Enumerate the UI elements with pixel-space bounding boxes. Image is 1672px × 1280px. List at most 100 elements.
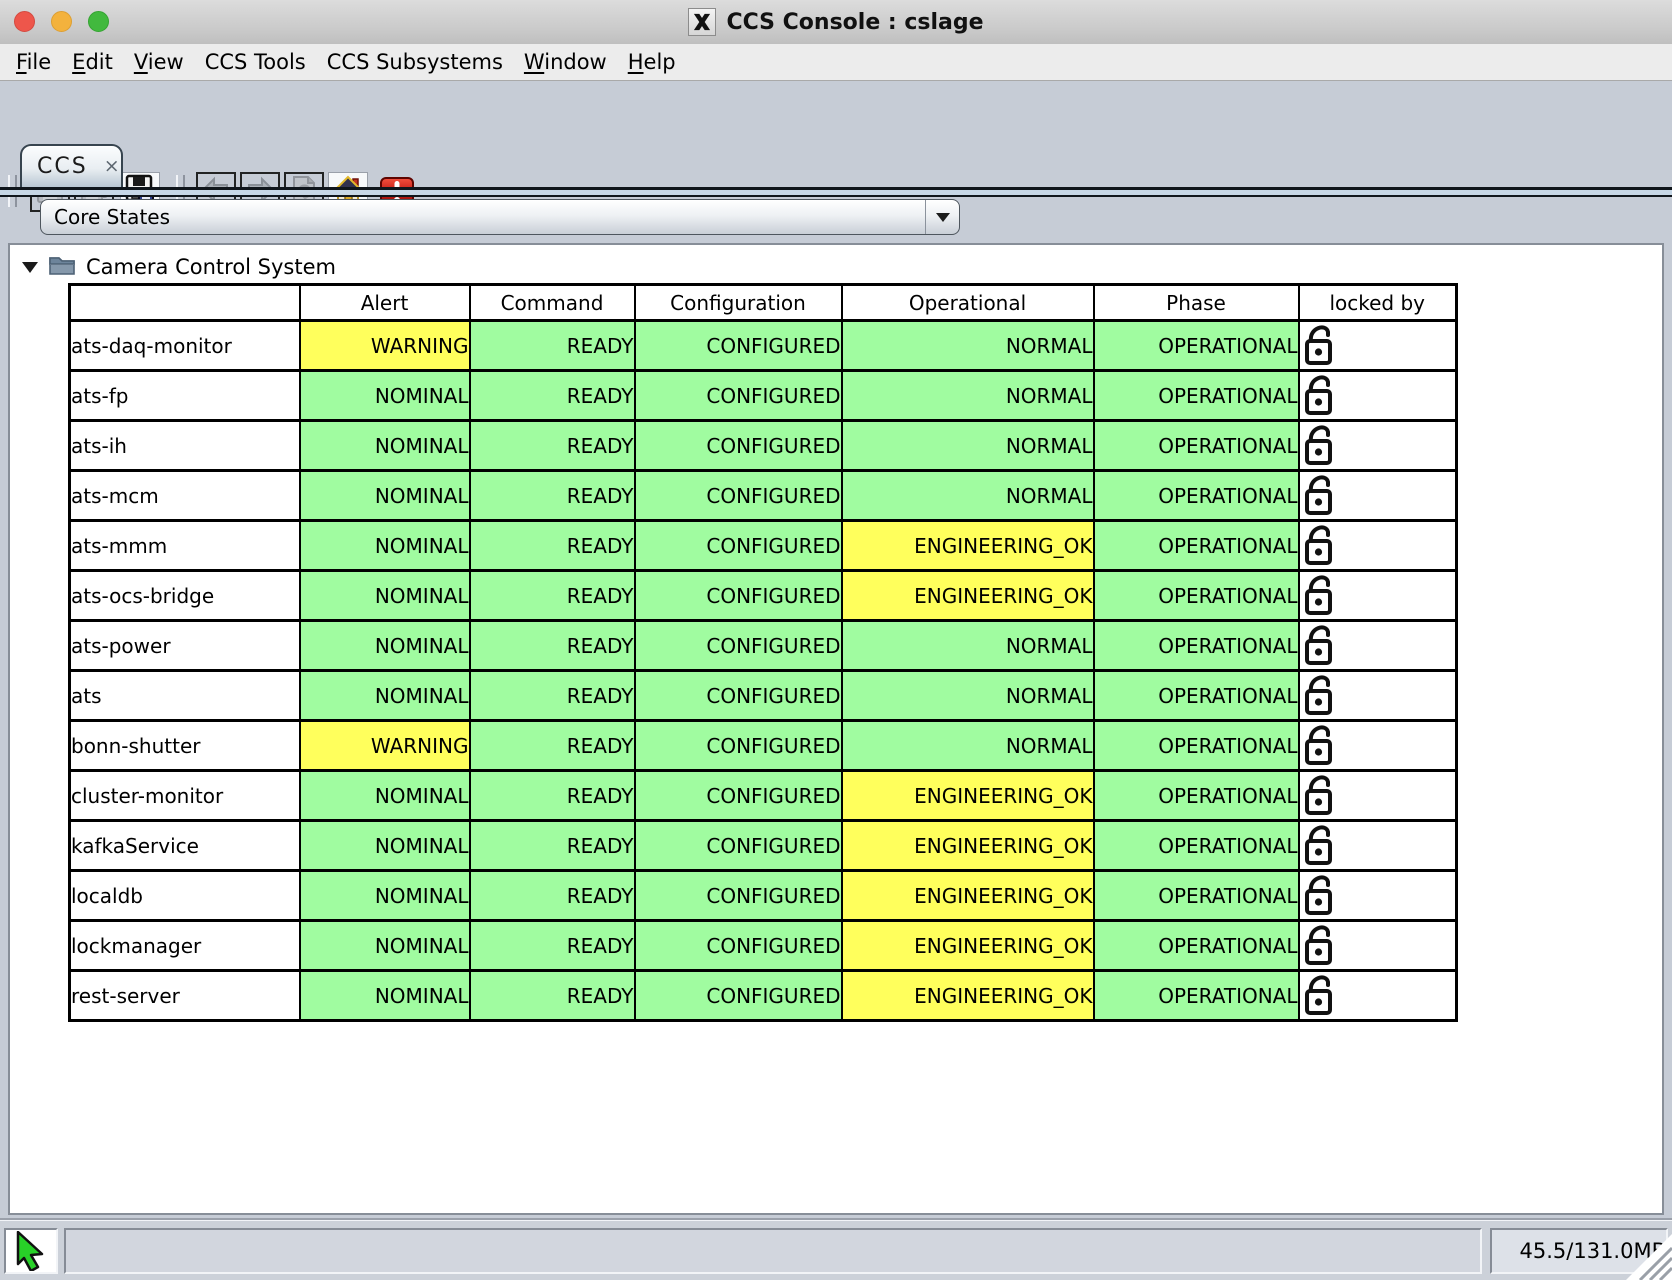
locked-by-cell[interactable]: [1299, 821, 1457, 871]
subsystem-name[interactable]: bonn-shutter: [70, 721, 300, 771]
column-header-phase[interactable]: Phase: [1094, 285, 1299, 321]
subsystem-name[interactable]: ats-ih: [70, 421, 300, 471]
tab-close-icon[interactable]: ×: [104, 157, 120, 176]
state-cell[interactable]: CONFIGURED: [635, 821, 842, 871]
state-cell[interactable]: READY: [470, 871, 635, 921]
resize-grip[interactable]: [1626, 1234, 1672, 1280]
state-cell[interactable]: OPERATIONAL: [1094, 321, 1299, 371]
state-cell[interactable]: NOMINAL: [300, 971, 470, 1021]
locked-by-cell[interactable]: [1299, 771, 1457, 821]
locked-by-cell[interactable]: [1299, 371, 1457, 421]
state-cell[interactable]: NOMINAL: [300, 421, 470, 471]
state-cell[interactable]: CONFIGURED: [635, 771, 842, 821]
state-cell[interactable]: OPERATIONAL: [1094, 671, 1299, 721]
dropdown-arrow-button[interactable]: [925, 200, 959, 234]
state-cell[interactable]: NOMINAL: [300, 771, 470, 821]
locked-by-cell[interactable]: [1299, 521, 1457, 571]
locked-by-cell[interactable]: [1299, 671, 1457, 721]
column-header-alert[interactable]: Alert: [300, 285, 470, 321]
subsystem-name[interactable]: lockmanager: [70, 921, 300, 971]
state-cell[interactable]: ENGINEERING_OK: [842, 971, 1094, 1021]
locked-by-cell[interactable]: [1299, 321, 1457, 371]
state-cell[interactable]: OPERATIONAL: [1094, 521, 1299, 571]
column-header-name[interactable]: [70, 285, 300, 321]
locked-by-cell[interactable]: [1299, 971, 1457, 1021]
state-cell[interactable]: ENGINEERING_OK: [842, 921, 1094, 971]
state-cell[interactable]: READY: [470, 521, 635, 571]
state-cell[interactable]: READY: [470, 471, 635, 521]
state-cell[interactable]: NOMINAL: [300, 521, 470, 571]
state-cell[interactable]: CONFIGURED: [635, 671, 842, 721]
state-cell[interactable]: NORMAL: [842, 421, 1094, 471]
subsystem-name[interactable]: kafkaService: [70, 821, 300, 871]
state-cell[interactable]: OPERATIONAL: [1094, 771, 1299, 821]
state-cell[interactable]: CONFIGURED: [635, 521, 842, 571]
column-header-operational[interactable]: Operational: [842, 285, 1094, 321]
menu-item-help[interactable]: Help: [628, 50, 676, 74]
tab-ccs[interactable]: CCS ×: [20, 144, 123, 187]
subsystem-name[interactable]: rest-server: [70, 971, 300, 1021]
state-cell[interactable]: ENGINEERING_OK: [842, 821, 1094, 871]
state-cell[interactable]: READY: [470, 671, 635, 721]
menu-item-view[interactable]: View: [134, 50, 184, 74]
state-cell[interactable]: READY: [470, 921, 635, 971]
state-cell[interactable]: OPERATIONAL: [1094, 371, 1299, 421]
state-cell[interactable]: ENGINEERING_OK: [842, 871, 1094, 921]
state-cell[interactable]: READY: [470, 971, 635, 1021]
menu-item-edit[interactable]: Edit: [72, 50, 113, 74]
state-cell[interactable]: NORMAL: [842, 621, 1094, 671]
locked-by-cell[interactable]: [1299, 621, 1457, 671]
state-cell[interactable]: NOMINAL: [300, 671, 470, 721]
state-cell[interactable]: CONFIGURED: [635, 721, 842, 771]
state-cell[interactable]: OPERATIONAL: [1094, 621, 1299, 671]
state-cell[interactable]: OPERATIONAL: [1094, 971, 1299, 1021]
state-cell[interactable]: NOMINAL: [300, 471, 470, 521]
state-cell[interactable]: ENGINEERING_OK: [842, 571, 1094, 621]
locked-by-cell[interactable]: [1299, 421, 1457, 471]
locked-by-cell[interactable]: [1299, 721, 1457, 771]
state-cell[interactable]: OPERATIONAL: [1094, 821, 1299, 871]
tree-expander-icon[interactable]: [22, 262, 38, 273]
state-cell[interactable]: OPERATIONAL: [1094, 921, 1299, 971]
state-cell[interactable]: READY: [470, 621, 635, 671]
state-cell[interactable]: NOMINAL: [300, 821, 470, 871]
locked-by-cell[interactable]: [1299, 871, 1457, 921]
view-selector-dropdown[interactable]: Core States: [40, 199, 960, 235]
tree-node-camera-control-system[interactable]: Camera Control System: [22, 253, 336, 280]
state-cell[interactable]: NOMINAL: [300, 571, 470, 621]
state-cell[interactable]: OPERATIONAL: [1094, 721, 1299, 771]
subsystem-name[interactable]: ats: [70, 671, 300, 721]
state-cell[interactable]: READY: [470, 371, 635, 421]
state-cell[interactable]: CONFIGURED: [635, 971, 842, 1021]
state-cell[interactable]: NORMAL: [842, 321, 1094, 371]
state-cell[interactable]: READY: [470, 321, 635, 371]
state-cell[interactable]: CONFIGURED: [635, 421, 842, 471]
state-cell[interactable]: CONFIGURED: [635, 321, 842, 371]
subsystem-name[interactable]: localdb: [70, 871, 300, 921]
state-cell[interactable]: CONFIGURED: [635, 371, 842, 421]
state-cell[interactable]: OPERATIONAL: [1094, 471, 1299, 521]
subsystem-name[interactable]: ats-fp: [70, 371, 300, 421]
subsystem-name[interactable]: ats-mcm: [70, 471, 300, 521]
state-cell[interactable]: OPERATIONAL: [1094, 871, 1299, 921]
state-cell[interactable]: CONFIGURED: [635, 871, 842, 921]
state-cell[interactable]: OPERATIONAL: [1094, 421, 1299, 471]
column-header-configuration[interactable]: Configuration: [635, 285, 842, 321]
state-cell[interactable]: NOMINAL: [300, 921, 470, 971]
menu-item-ccs-tools[interactable]: CCS Tools: [205, 50, 306, 74]
subsystem-name[interactable]: cluster-monitor: [70, 771, 300, 821]
state-cell[interactable]: WARNING: [300, 321, 470, 371]
menu-item-file[interactable]: File: [16, 50, 51, 74]
state-cell[interactable]: READY: [470, 571, 635, 621]
state-cell[interactable]: WARNING: [300, 721, 470, 771]
subsystem-name[interactable]: ats-ocs-bridge: [70, 571, 300, 621]
column-header-locked-by[interactable]: locked by: [1299, 285, 1457, 321]
subsystem-name[interactable]: ats-daq-monitor: [70, 321, 300, 371]
state-cell[interactable]: CONFIGURED: [635, 471, 842, 521]
subsystem-name[interactable]: ats-mmm: [70, 521, 300, 571]
state-cell[interactable]: NOMINAL: [300, 621, 470, 671]
state-cell[interactable]: NORMAL: [842, 471, 1094, 521]
state-cell[interactable]: OPERATIONAL: [1094, 571, 1299, 621]
state-cell[interactable]: READY: [470, 421, 635, 471]
state-cell[interactable]: READY: [470, 771, 635, 821]
